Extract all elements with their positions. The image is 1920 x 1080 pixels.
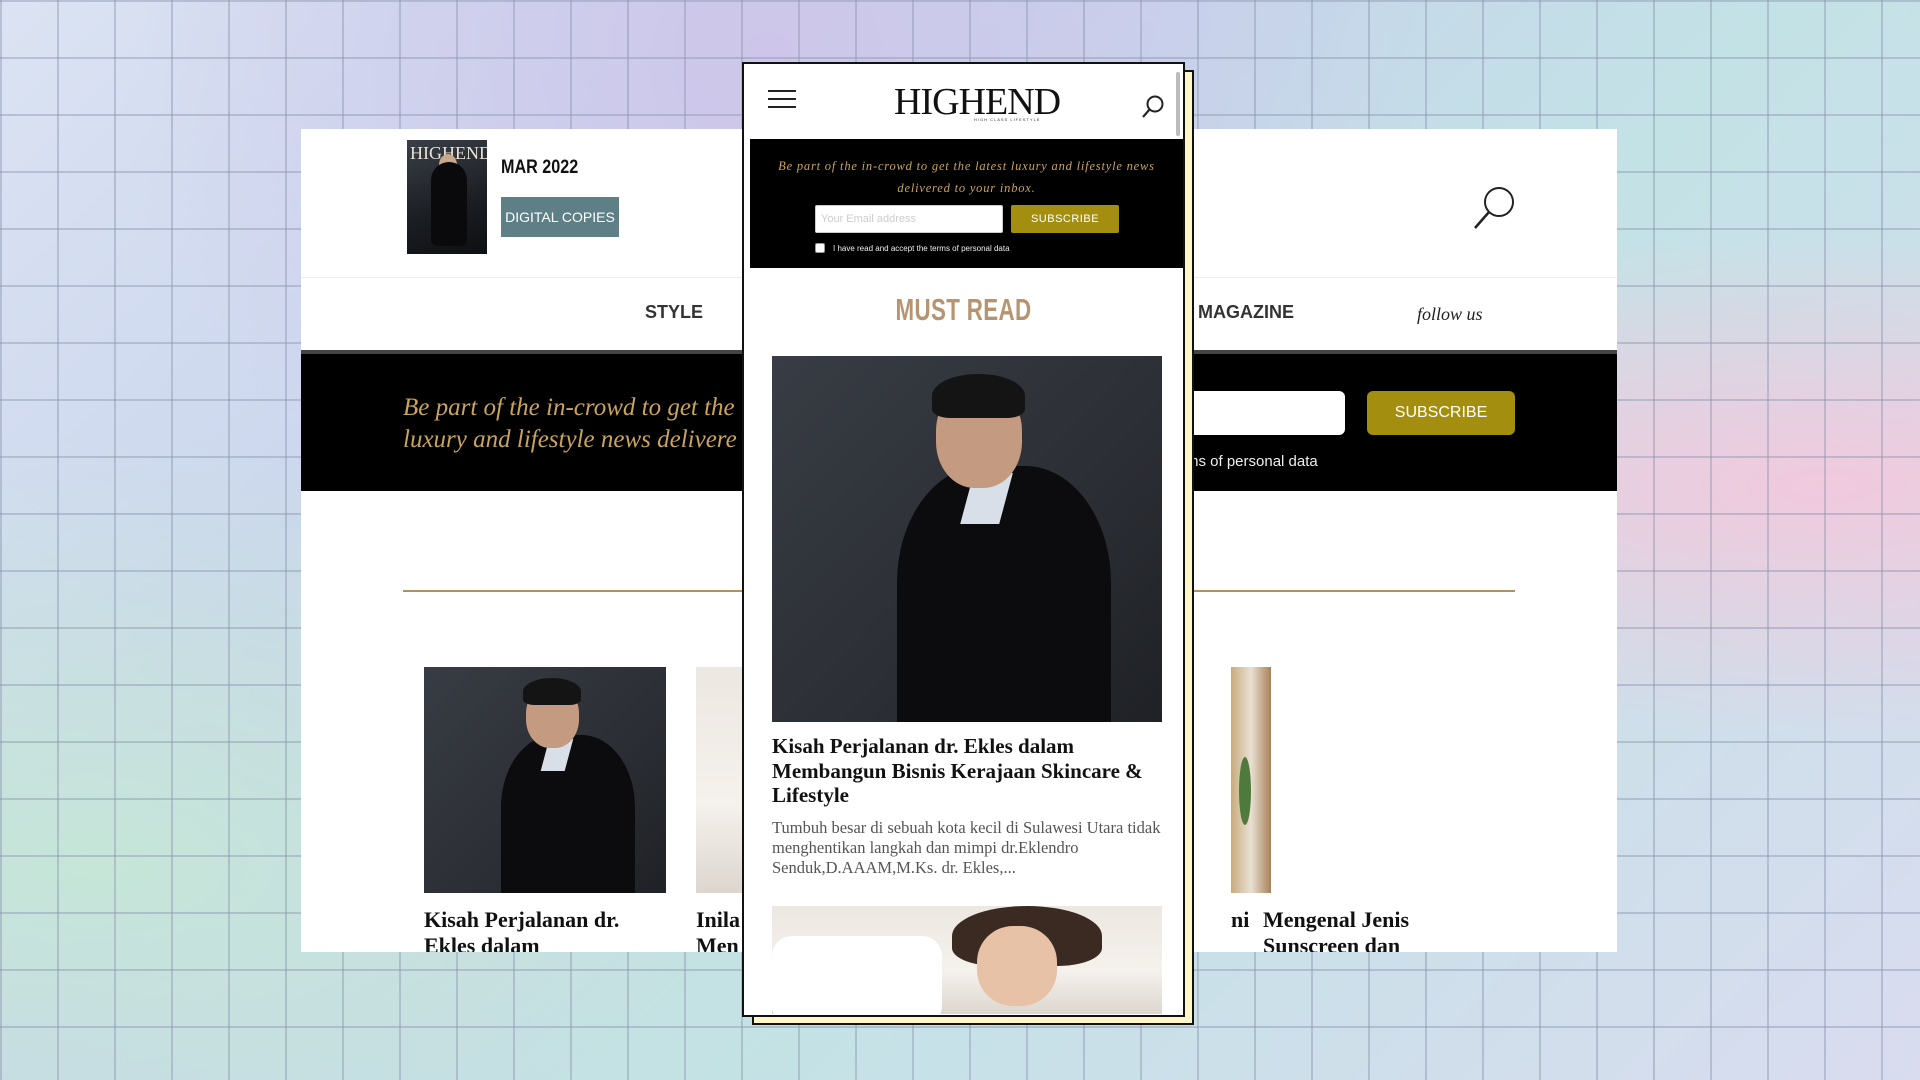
article-title[interactable]: Kisah Perjalanan dr. Ekles dalam <box>424 907 666 952</box>
logo-tagline: HIGH CLASS LIFESTYLE <box>974 117 1041 122</box>
issue-label: MAR 2022 <box>501 157 579 178</box>
article-thumbnail[interactable] <box>424 667 666 893</box>
follow-us-label: follow us <box>1417 304 1483 324</box>
terms-label: I have read and accept the terms of pers… <box>833 244 1010 253</box>
article-card[interactable]: Mengenal Jenis Sunscreen dan <box>1263 907 1505 952</box>
article-thumbnail[interactable] <box>1231 667 1271 893</box>
magazine-cover-thumbnail[interactable]: HIGHEND <box>407 140 487 254</box>
cover-figure <box>431 162 467 246</box>
article-title[interactable]: Mengenal Jenis Sunscreen dan <box>1263 907 1505 952</box>
thumb-plant <box>1239 757 1251 826</box>
article-title-line: Ekles dalam <box>424 933 540 952</box>
article-title[interactable]: Kisah Perjalanan dr. Ekles dalam Membang… <box>772 734 1162 808</box>
article-thumbnail[interactable] <box>772 906 1162 1014</box>
mobile-header: HIGHEND HIGH CLASS LIFESTYLE <box>744 64 1183 139</box>
banner-text-line1: Be part of the in-crowd to get the <box>403 394 735 421</box>
search-icon[interactable] <box>1469 183 1519 233</box>
article-hero-image[interactable] <box>772 356 1162 722</box>
section-title: MUST READ <box>895 292 1032 327</box>
thumb-face <box>977 926 1057 1006</box>
subscribe-button[interactable]: SUBSCRIBE <box>1367 391 1515 435</box>
article-title-line: Sunscreen dan <box>1263 933 1401 952</box>
hamburger-icon[interactable] <box>768 90 796 110</box>
article-card[interactable]: Kisah Perjalanan dr. Ekles dalam <box>424 667 666 952</box>
checkbox-icon[interactable] <box>815 243 825 253</box>
terms-label: ms of personal data <box>1186 453 1318 470</box>
subscribe-button[interactable]: SUBSCRIBE <box>1011 205 1119 233</box>
thumb-hair <box>523 678 582 706</box>
newsletter-banner: Be part of the in-crowd to get the lates… <box>750 139 1183 268</box>
article-card[interactable]: ni <box>1231 667 1271 933</box>
article-title-line: Kisah Perjalanan dr. <box>424 907 620 932</box>
article-excerpt: Tumbuh besar di sebuah kota kecil di Sul… <box>772 818 1161 877</box>
search-icon[interactable] <box>1140 94 1166 120</box>
newsletter-banner-text: Be part of the in-crowd to get the lates… <box>778 159 1155 195</box>
thumb-pillow <box>772 936 942 1014</box>
article-title-line: Mengenal Jenis <box>1263 907 1410 932</box>
banner-text-line2: luxury and lifestyle news delivere <box>403 426 737 453</box>
mobile-page: HIGHEND HIGH CLASS LIFESTYLE Be part of … <box>742 62 1185 1017</box>
hero-hair <box>931 374 1026 419</box>
digital-copies-button[interactable]: DIGITAL COPIES <box>501 197 619 237</box>
scrollbar[interactable] <box>1176 72 1180 136</box>
newsletter-banner-text: Be part of the in-crowd to get the luxur… <box>403 392 783 456</box>
nav-item-style[interactable]: STYLE <box>645 302 703 323</box>
nav-item-magazine[interactable]: MAGAZINE <box>1198 302 1294 323</box>
email-input[interactable]: Your Email address <box>815 205 1003 233</box>
email-input[interactable] <box>1171 391 1345 435</box>
